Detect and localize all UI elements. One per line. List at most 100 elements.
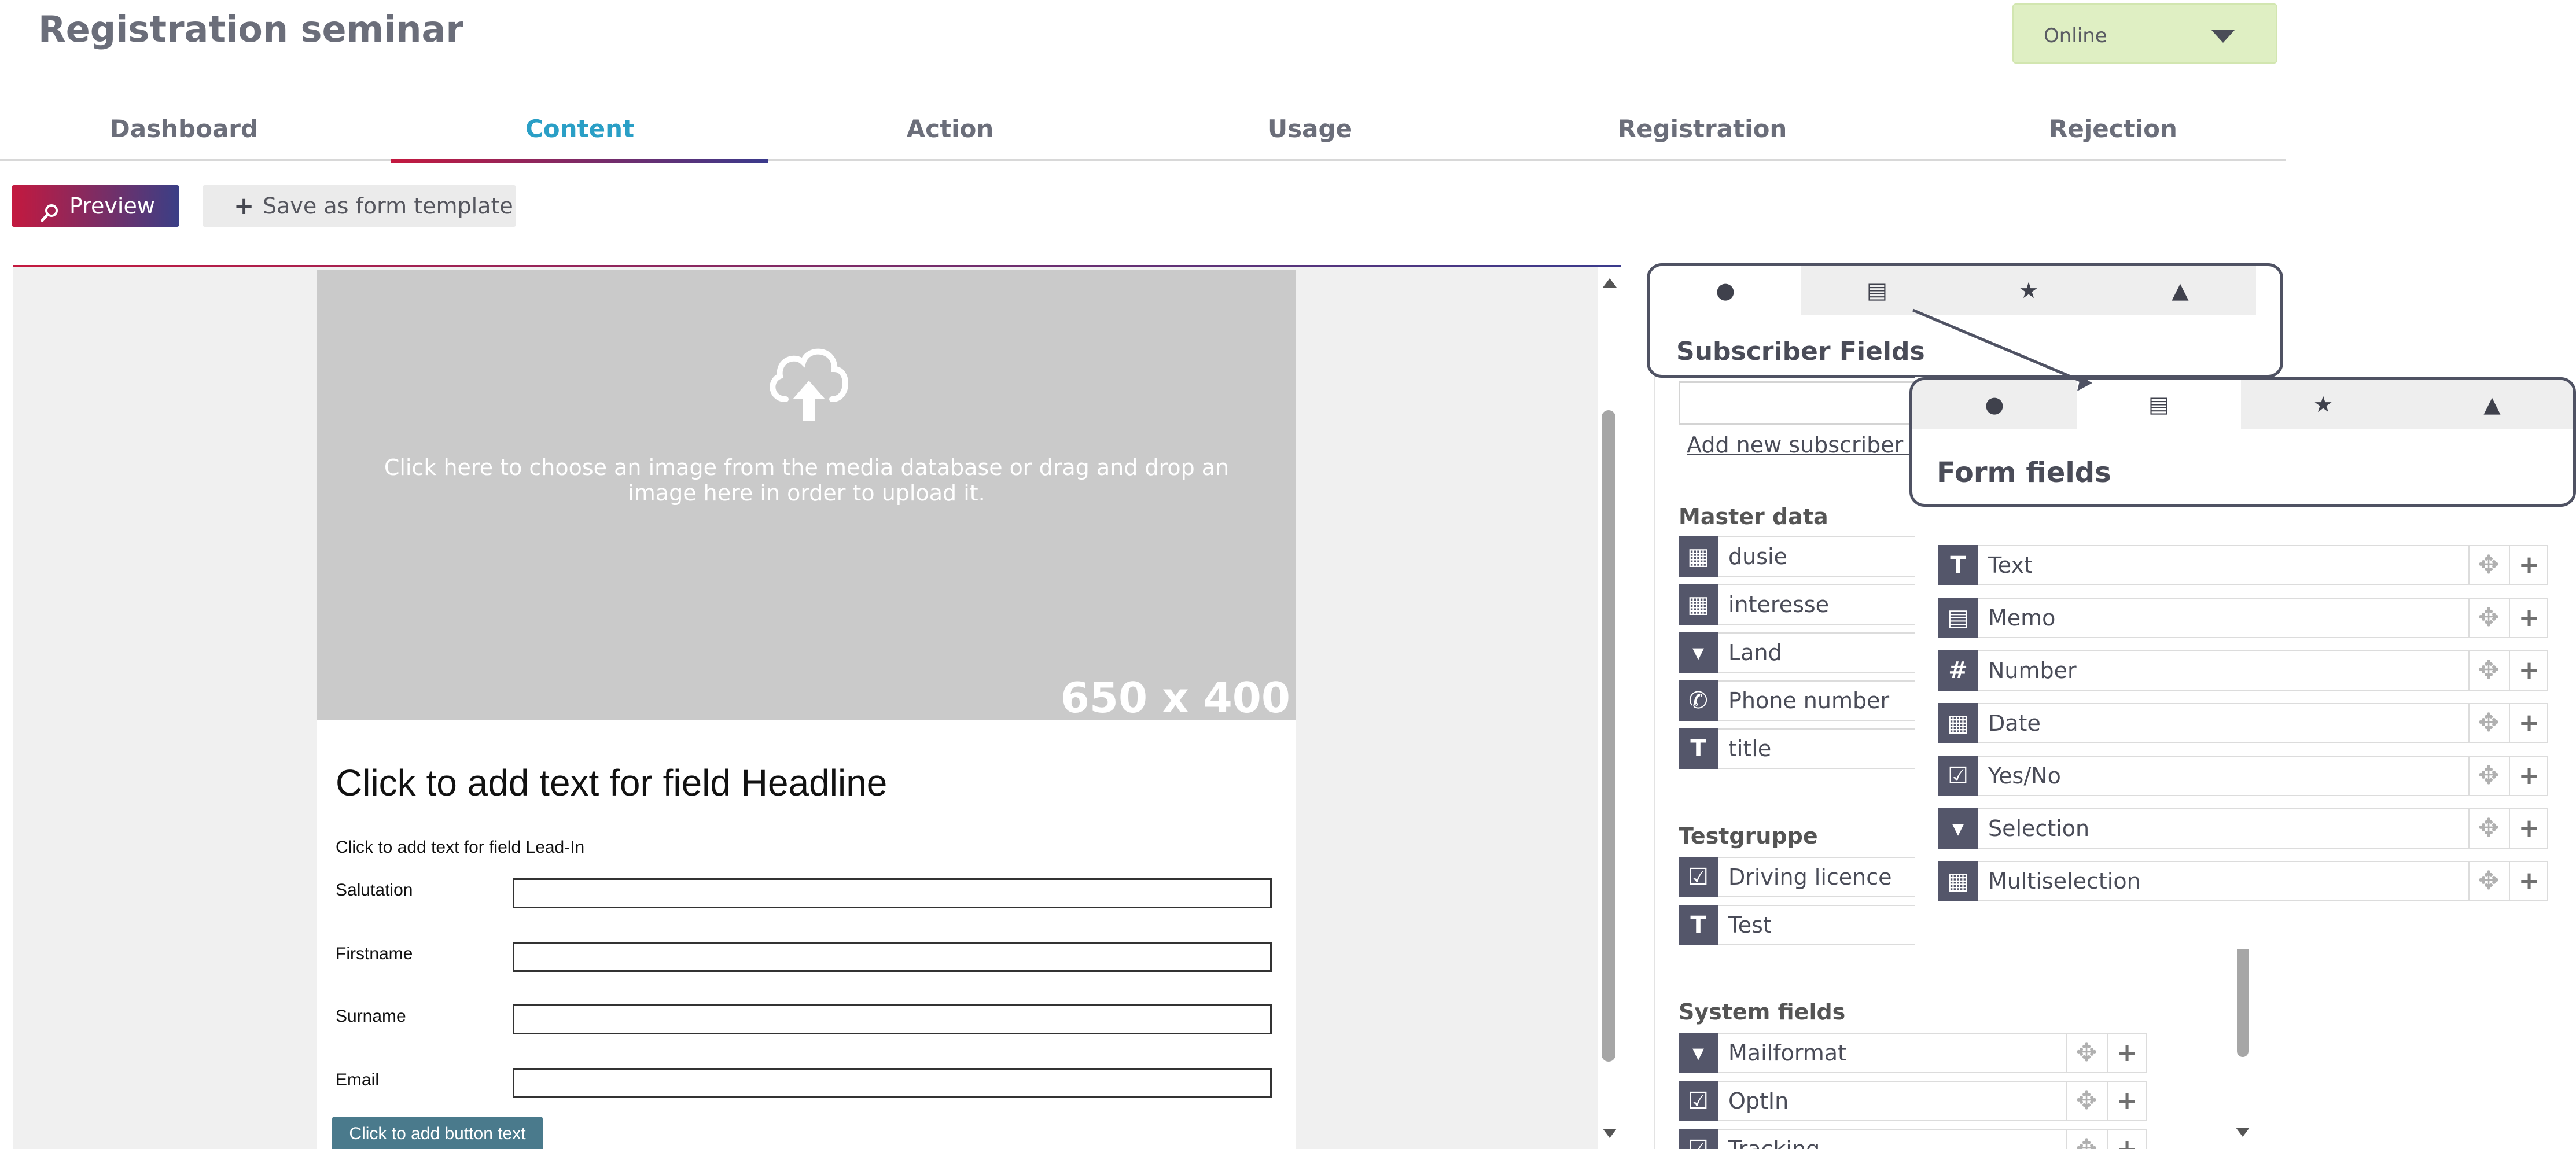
- field-label: Test: [1728, 912, 1772, 938]
- add-field-icon[interactable]: +: [2509, 757, 2548, 795]
- add-field-icon[interactable]: +: [2509, 651, 2548, 690]
- add-field-icon[interactable]: +: [2509, 599, 2548, 637]
- form-fields-title: Form fields: [1937, 456, 2111, 489]
- lead-in-field[interactable]: Click to add text for field Lead-In: [336, 838, 584, 857]
- list-item[interactable]: ▦ Date ✥ +: [1938, 703, 2548, 743]
- page-title: Registration seminar: [38, 8, 463, 50]
- image-upload-area[interactable]: Click here to choose an image from the m…: [317, 270, 1296, 722]
- scroll-down-icon[interactable]: [1603, 1129, 1617, 1138]
- cloud-upload-icon: [770, 348, 848, 421]
- list-item[interactable]: ☑ OptIn ✥ +: [1679, 1081, 2147, 1121]
- calendar-icon: ▦: [1938, 703, 1978, 743]
- list-item[interactable]: ☑ Yes/No ✥ +: [1938, 756, 2548, 796]
- plus-icon: +: [234, 192, 255, 220]
- field-label: Date: [1988, 710, 2041, 736]
- status-select-value: Online: [2044, 24, 2107, 47]
- tab-content[interactable]: Content: [391, 104, 768, 163]
- user-icon: ●: [1716, 278, 1735, 303]
- firstname-input[interactable]: [513, 942, 1272, 972]
- preview-button[interactable]: Preview: [12, 185, 179, 227]
- move-icon[interactable]: ✥: [2468, 809, 2508, 848]
- list-item[interactable]: # Number ✥ +: [1938, 650, 2548, 691]
- field-label: Tracking: [1728, 1136, 1820, 1149]
- email-label: Email: [336, 1070, 380, 1089]
- side-tab-subscriber[interactable]: ●: [1650, 266, 1801, 315]
- tab-action[interactable]: Action: [768, 104, 1132, 161]
- tab-dashboard[interactable]: Dashboard: [0, 104, 368, 161]
- field-label: dusie: [1728, 544, 1787, 569]
- text-icon: T: [1679, 728, 1718, 769]
- surname-input[interactable]: [513, 1004, 1272, 1034]
- salutation-input[interactable]: [513, 878, 1272, 908]
- add-field-icon[interactable]: +: [2107, 1130, 2146, 1149]
- move-icon[interactable]: ✥: [2066, 1034, 2106, 1072]
- checkbox-icon: ☑: [1679, 1129, 1718, 1149]
- user-icon: ●: [1985, 392, 2004, 417]
- stamp-icon: ▲: [2172, 278, 2189, 303]
- side-tab-favorites[interactable]: ★: [2241, 380, 2405, 429]
- field-label: Yes/No: [1988, 763, 2061, 789]
- add-subscriber-field-link[interactable]: Add new subscriber f: [1687, 432, 1918, 458]
- side-tab-bar: ● ▤ ★ ▲: [1912, 380, 2573, 429]
- tab-rejection[interactable]: Rejection: [1916, 104, 2310, 161]
- list-item[interactable]: T Text ✥ +: [1938, 545, 2548, 585]
- move-icon[interactable]: ✥: [2468, 704, 2508, 742]
- move-icon[interactable]: ✥: [2468, 546, 2508, 584]
- move-icon[interactable]: ✥: [2066, 1082, 2106, 1120]
- save-as-template-button[interactable]: + Save as form template: [203, 185, 516, 227]
- image-size-label: 650 x 400: [1060, 673, 1290, 722]
- field-label: Driving licence: [1728, 864, 1892, 890]
- headline-field[interactable]: Click to add text for field Headline: [336, 761, 887, 804]
- field-label: Land: [1728, 640, 1782, 665]
- group-title-system-fields: System fields: [1679, 999, 1846, 1025]
- move-icon[interactable]: ✥: [2066, 1130, 2106, 1149]
- dropdown-icon: ▾: [1679, 1033, 1718, 1073]
- star-icon: ★: [2018, 278, 2039, 303]
- move-icon[interactable]: ✥: [2468, 757, 2508, 795]
- email-input[interactable]: [513, 1068, 1272, 1098]
- field-label: Mailformat: [1728, 1040, 1846, 1066]
- side-tab-stamp[interactable]: ▲: [2104, 266, 2256, 315]
- add-field-icon[interactable]: +: [2509, 704, 2548, 742]
- field-label: Memo: [1988, 605, 2056, 631]
- table-icon: ▦: [1679, 536, 1718, 577]
- editor-scrollbar[interactable]: [1599, 267, 1619, 1149]
- move-icon[interactable]: ✥: [2468, 651, 2508, 690]
- field-label: title: [1728, 736, 1772, 761]
- tab-usage[interactable]: Usage: [1132, 104, 1488, 161]
- side-tab-form[interactable]: ▤: [2077, 380, 2241, 429]
- add-field-icon[interactable]: +: [2509, 546, 2548, 584]
- list-item[interactable]: ☑ Tracking ✥ +: [1679, 1129, 2147, 1149]
- add-field-icon[interactable]: +: [2107, 1034, 2146, 1072]
- table-icon: ▦: [1938, 861, 1978, 901]
- text-icon: T: [1679, 905, 1718, 945]
- chevron-down-icon: [2211, 30, 2235, 43]
- list-item[interactable]: ▾ Selection ✥ +: [1938, 808, 2548, 849]
- move-icon[interactable]: ✥: [2468, 599, 2508, 637]
- add-field-icon[interactable]: +: [2509, 862, 2548, 900]
- side-tab-favorites[interactable]: ★: [1953, 266, 2104, 315]
- list-item[interactable]: ▾ Mailformat ✥ +: [1679, 1033, 2147, 1073]
- side-tab-subscriber[interactable]: ●: [1912, 380, 2077, 429]
- side-tab-stamp[interactable]: ▲: [2405, 380, 2573, 429]
- field-label: Text: [1988, 553, 2033, 578]
- list-item[interactable]: ▤ Memo ✥ +: [1938, 598, 2548, 638]
- add-field-icon[interactable]: +: [2107, 1082, 2146, 1120]
- list-item[interactable]: ▦ Multiselection ✥ +: [1938, 861, 2548, 901]
- submit-button[interactable]: Click to add button text: [332, 1117, 543, 1149]
- field-label: OptIn: [1728, 1088, 1789, 1114]
- form-preview: Click here to choose an image from the m…: [317, 270, 1296, 1149]
- table-icon: ▦: [1679, 584, 1718, 625]
- move-icon[interactable]: ✥: [2468, 862, 2508, 900]
- editor-scrollbar-thumb[interactable]: [1602, 410, 1615, 1062]
- scroll-down-icon[interactable]: [2236, 1128, 2250, 1137]
- field-label: Phone number: [1728, 688, 1890, 713]
- hash-icon: #: [1938, 650, 1978, 691]
- checkbox-icon: ☑: [1938, 756, 1978, 796]
- side-tab-form[interactable]: ▤: [1801, 266, 1953, 315]
- add-field-icon[interactable]: +: [2509, 809, 2548, 848]
- tab-registration[interactable]: Registration: [1488, 104, 1916, 161]
- status-select[interactable]: Online: [2012, 3, 2277, 64]
- stamp-icon: ▲: [2483, 392, 2501, 417]
- scroll-up-icon[interactable]: [1603, 278, 1617, 288]
